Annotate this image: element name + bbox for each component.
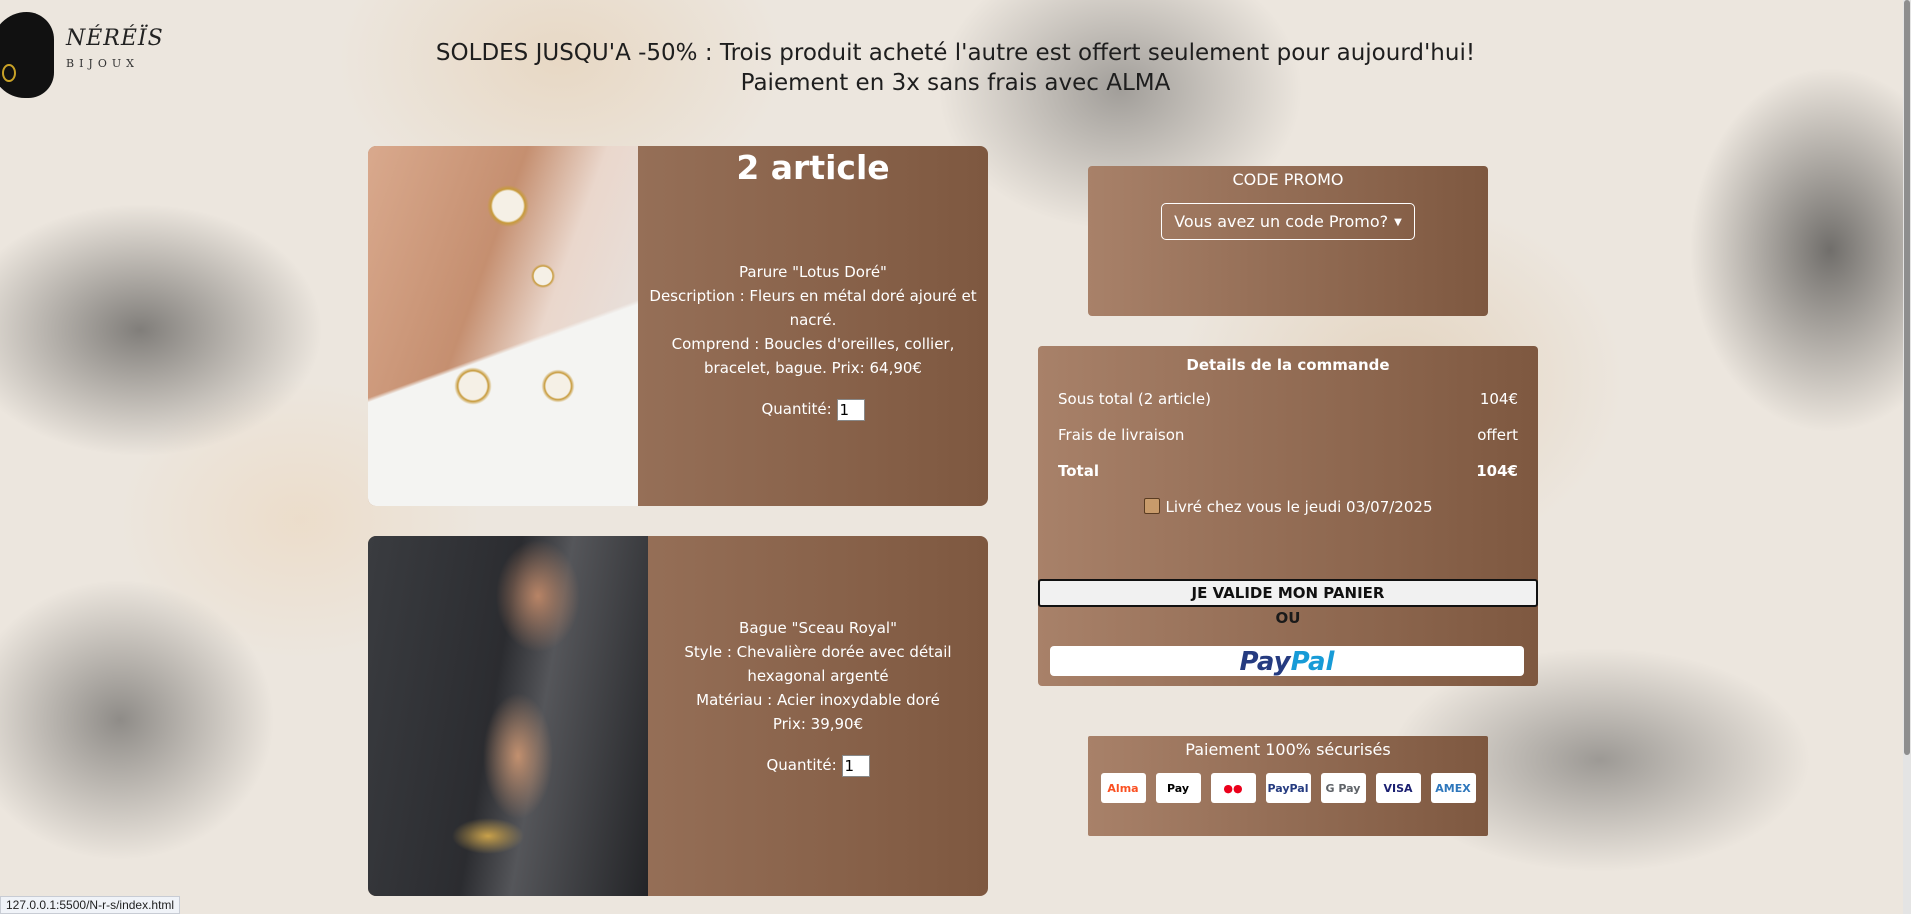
promo-code-panel: CODE PROMO Vous avez un code Promo? ▼	[1088, 166, 1488, 316]
promo-dropdown-label: Vous avez un code Promo?	[1174, 212, 1389, 231]
payment-methods: Alma Pay ●● PayPal G Pay VISA AMEX	[1088, 773, 1488, 803]
promo-code-dropdown[interactable]: Vous avez un code Promo? ▼	[1161, 203, 1415, 240]
product-style: Style : Chevalière dorée avec détail hex…	[684, 643, 952, 685]
secure-payment-label: Paiement 100% sécurisés	[1185, 740, 1391, 759]
quantity-input[interactable]	[841, 754, 870, 777]
quantity-label: Quantité:	[766, 756, 837, 774]
summary-value: 104€	[1479, 390, 1518, 408]
quantity-control: Quantité:	[638, 397, 988, 421]
product-name: Parure "Lotus Doré"	[739, 263, 887, 281]
product-price: Prix: 39,90€	[772, 715, 864, 733]
summary-label: Total	[1058, 462, 1099, 480]
mastercard-icon: ●●	[1210, 773, 1256, 803]
scrollbar[interactable]	[1903, 0, 1911, 914]
alma-icon: Alma	[1100, 773, 1146, 803]
product-photo-sceau-royal	[368, 536, 648, 896]
apple-pay-icon: Pay	[1155, 773, 1201, 803]
google-pay-icon: G Pay	[1320, 773, 1366, 803]
summary-row-shipping: Frais de livraison offert	[1038, 426, 1538, 444]
quantity-control: Quantité:	[648, 753, 988, 777]
paypal-button[interactable]: PayPal	[1050, 646, 1524, 677]
scrollbar-thumb[interactable]	[1904, 0, 1910, 755]
summary-row-total: Total 104€	[1038, 462, 1538, 480]
quantity-input[interactable]	[836, 398, 865, 421]
paypal-logo-part-2: Pal	[1290, 647, 1335, 677]
promo-code-label: CODE PROMO	[1232, 170, 1344, 189]
or-separator: OU	[1275, 609, 1301, 627]
quantity-label: Quantité:	[761, 400, 832, 418]
product-material: Matériau : Acier inoxydable doré	[696, 691, 940, 709]
delivery-estimate: Livré chez vous le jeudi 03/07/2025	[1038, 498, 1538, 516]
visa-icon: VISA	[1375, 773, 1421, 803]
secure-payment-panel: Paiement 100% sécurisés Alma Pay ●● PayP…	[1088, 736, 1488, 836]
sale-banner: SOLDES JUSQU'A -50% : Trois produit ache…	[0, 38, 1911, 98]
status-bar-url: 127.0.0.1:5500/N-r-s/index.html	[0, 896, 181, 914]
summary-title: Details de la commande	[1186, 356, 1390, 374]
order-summary: Details de la commande Sous total (2 art…	[1038, 346, 1538, 686]
validate-cart-button[interactable]: JE VALIDE MON PANIER	[1038, 579, 1538, 607]
delivery-text: Livré chez vous le jeudi 03/07/2025	[1165, 498, 1433, 516]
summary-value: 104€	[1476, 462, 1518, 480]
product-name: Bague "Sceau Royal"	[739, 619, 897, 637]
summary-label: Frais de livraison	[1058, 426, 1185, 444]
summary-label: Sous total (2 article)	[1058, 390, 1211, 408]
banner-line-1: SOLDES JUSQU'A -50% : Trois produit ache…	[435, 40, 1476, 66]
product-details: Comprend : Boucles d'oreilles, collier, …	[671, 335, 955, 377]
cart-item-lotus-dore: 2 article Parure "Lotus Doré" Descriptio…	[368, 146, 988, 506]
product-info: Bague "Sceau Royal" Style : Chevalière d…	[648, 536, 988, 896]
caret-down-icon: ▼	[1394, 217, 1402, 228]
summary-row-subtotal: Sous total (2 article) 104€	[1038, 390, 1538, 408]
package-icon	[1143, 498, 1160, 514]
product-photo-lotus-dore	[368, 146, 638, 506]
banner-line-2: Paiement en 3x sans frais avec ALMA	[740, 70, 1171, 96]
product-description: Description : Fleurs en métal doré ajour…	[649, 287, 977, 329]
cart-count-title: 2 article	[736, 148, 890, 187]
cart-item-sceau-royal: Bague "Sceau Royal" Style : Chevalière d…	[368, 536, 988, 896]
paypal-card-icon: PayPal	[1265, 773, 1311, 803]
amex-icon: AMEX	[1430, 773, 1476, 803]
summary-value: offert	[1477, 426, 1518, 444]
paypal-logo-part-1: Pay	[1239, 647, 1291, 677]
product-info: 2 article Parure "Lotus Doré" Descriptio…	[638, 146, 988, 506]
